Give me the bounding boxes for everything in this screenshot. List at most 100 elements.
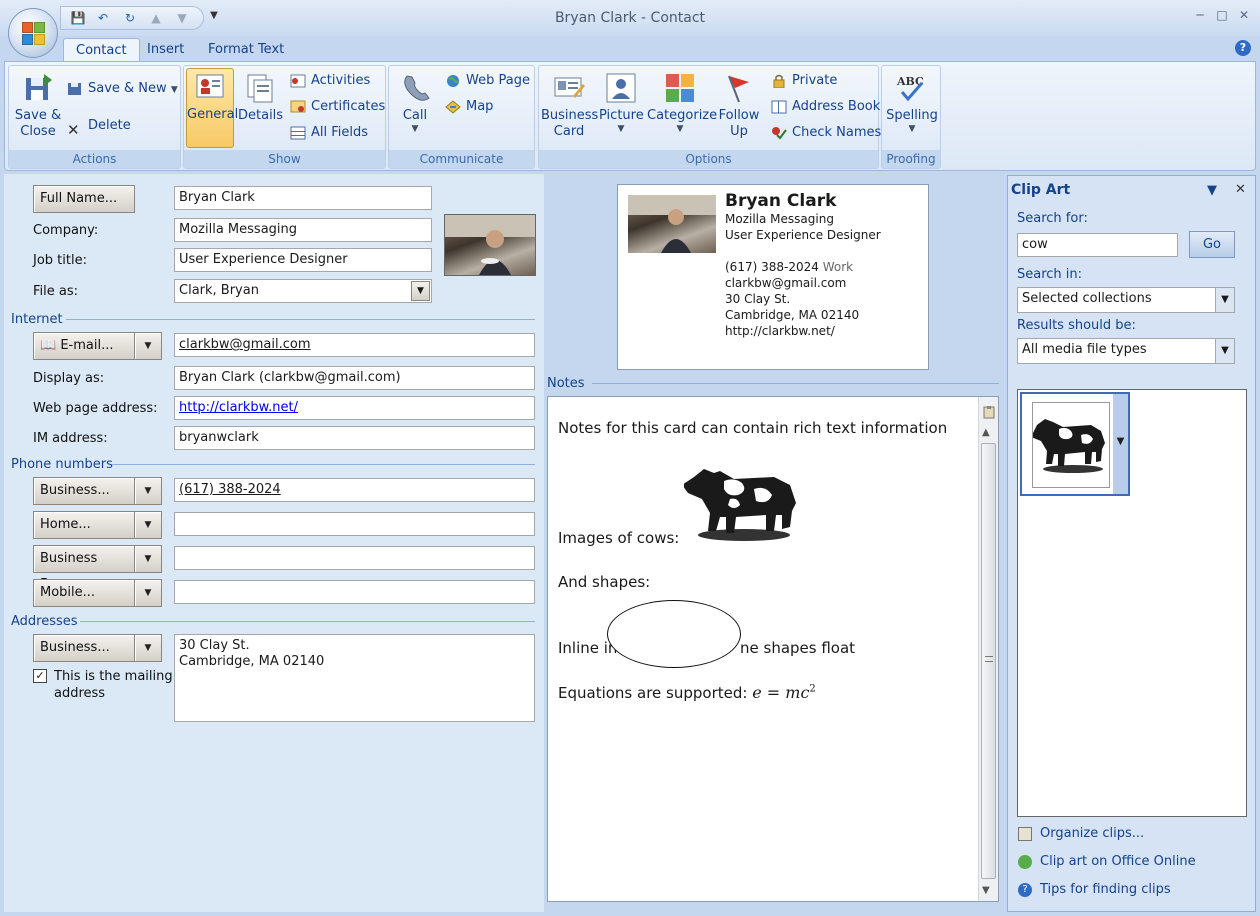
web-page-button[interactable]: Web Page [445, 70, 530, 92]
picture-button[interactable]: Picture ▼ [599, 70, 644, 134]
window-title: Bryan Clark - Contact [554, 10, 706, 26]
mobile-phone-field[interactable] [174, 580, 535, 604]
results-dropdown-icon[interactable]: ▼ [1215, 339, 1234, 363]
delete-button[interactable]: ✕ Delete [67, 115, 131, 139]
file-as-label: File as: [33, 284, 79, 299]
map-icon [445, 99, 461, 114]
scroll-thumb[interactable] [981, 443, 996, 879]
mobile-phone-dropdown[interactable]: ▼ [134, 579, 162, 607]
address-type-button[interactable]: Business... [33, 634, 135, 662]
save-new-button[interactable]: Save & New ▼ [67, 78, 178, 100]
cow-clipart-item[interactable]: ▼ [1020, 392, 1130, 496]
delete-icon: ✕ [67, 120, 80, 139]
job-title-field[interactable]: User Experience Designer [174, 248, 432, 272]
minimize-icon[interactable]: ─ [1191, 8, 1209, 24]
scroll-up-icon[interactable]: ▲ [982, 427, 990, 438]
notes-scrollbar[interactable]: ▲ ▼ [978, 397, 998, 901]
address-book-button[interactable]: Address Book [771, 96, 880, 118]
save-close-button[interactable]: Save & Close [13, 70, 63, 140]
home-phone-button[interactable]: Home... [33, 511, 135, 539]
call-button[interactable]: Call ▼ [393, 70, 437, 134]
notes-line-2: Images of cows: [558, 529, 680, 547]
equation[interactable]: e = mc2 [752, 683, 816, 702]
tab-format-text[interactable]: Format Text [196, 38, 296, 62]
close-icon[interactable]: ✕ [1235, 8, 1253, 24]
activities-button[interactable]: Activities [290, 70, 370, 92]
office-orb-icon[interactable] [8, 8, 58, 58]
private-button[interactable]: Private [771, 70, 837, 92]
card-title: User Experience Designer [725, 228, 881, 242]
go-button[interactable]: Go [1189, 231, 1235, 258]
tips-link[interactable]: ? Tips for finding clips [1018, 882, 1171, 897]
search-in-select[interactable]: Selected collections [1017, 287, 1235, 313]
globe-icon [445, 74, 461, 88]
business-phone-field[interactable]: (617) 388-2024 [174, 478, 535, 502]
notes-line-4b: ne shapes float [740, 639, 856, 657]
email-field[interactable]: clarkbw@gmail.com [174, 333, 535, 357]
business-card-photo [628, 195, 716, 253]
maximize-icon[interactable]: □ [1213, 8, 1231, 24]
mailing-address-checkbox[interactable]: ✓ [33, 669, 47, 683]
organize-clips-link[interactable]: Organize clips... [1018, 826, 1144, 841]
full-name-field[interactable]: Bryan Clark [174, 186, 432, 210]
save-new-icon [67, 82, 83, 96]
email-button[interactable]: 📖 E-mail... [33, 332, 135, 360]
online-globe-icon [1018, 854, 1032, 869]
spelling-button[interactable]: ABC Spelling ▼ [884, 70, 940, 134]
display-as-field[interactable]: Bryan Clark (clarkbw@gmail.com) [174, 366, 535, 390]
tab-contact[interactable]: Contact [63, 38, 140, 62]
map-button[interactable]: Map [445, 96, 493, 118]
im-address-field[interactable]: bryanwclark [174, 426, 535, 450]
business-fax-dropdown[interactable]: ▼ [134, 545, 162, 573]
business-phone-button[interactable]: Business... [33, 477, 135, 505]
file-as-dropdown-icon[interactable]: ▼ [411, 281, 430, 301]
search-in-dropdown-icon[interactable]: ▼ [1215, 288, 1234, 312]
general-icon [194, 71, 226, 103]
phone-icon [399, 72, 431, 104]
home-phone-field[interactable] [174, 512, 535, 536]
business-phone-dropdown[interactable]: ▼ [134, 477, 162, 505]
address-field[interactable]: 30 Clay St. Cambridge, MA 02140 [174, 634, 535, 722]
full-name-button[interactable]: Full Name... [33, 185, 135, 213]
home-phone-dropdown[interactable]: ▼ [134, 511, 162, 539]
general-button[interactable]: General [186, 68, 238, 148]
certificates-button[interactable]: Certificates [290, 96, 385, 118]
business-fax-field[interactable] [174, 546, 535, 570]
notes-editor[interactable]: Notes for this card can contain rich tex… [547, 396, 999, 902]
internet-divider [66, 319, 535, 320]
check-names-button[interactable]: Check Names [771, 122, 881, 144]
web-page-field[interactable]: http://clarkbw.net/ [174, 396, 535, 420]
address-type-dropdown[interactable]: ▼ [134, 634, 162, 662]
email-dropdown[interactable]: ▼ [134, 332, 162, 360]
business-card-preview[interactable]: Bryan Clark Mozilla Messaging User Exper… [617, 184, 929, 370]
ellipse-shape[interactable] [607, 600, 741, 668]
organize-icon [1018, 826, 1032, 841]
clip-search-input[interactable]: cow [1017, 233, 1178, 257]
business-card-button[interactable]: Business Card [541, 70, 598, 140]
group-proofing: ABC Spelling ▼ Proofing [881, 65, 941, 169]
categorize-button[interactable]: Categorize ▼ [647, 70, 717, 134]
business-fax-button[interactable]: Business Fax... [33, 545, 135, 592]
floppy-icon [22, 72, 54, 104]
details-button[interactable]: Details [238, 70, 283, 124]
all-fields-button[interactable]: All Fields [290, 122, 368, 144]
notes-line-1: Notes for this card can contain rich tex… [558, 419, 948, 437]
results-select[interactable]: All media file types [1017, 338, 1235, 364]
help-icon[interactable]: ? [1235, 40, 1251, 56]
mobile-phone-button[interactable]: Mobile... [33, 579, 135, 607]
file-as-select[interactable]: Clark, Bryan [174, 279, 432, 303]
clip-item-dropdown-icon[interactable]: ▼ [1113, 394, 1128, 494]
cow-image[interactable] [682, 459, 802, 545]
pane-close-icon[interactable]: ✕ [1235, 182, 1246, 197]
tab-insert[interactable]: Insert [135, 38, 196, 62]
company-field[interactable]: Mozilla Messaging [174, 218, 432, 242]
clipboard-icon[interactable] [981, 405, 997, 421]
contact-photo[interactable] [444, 214, 536, 276]
follow-up-button[interactable]: Follow Up [717, 70, 761, 140]
pane-menu-icon[interactable]: ▼ [1207, 183, 1217, 198]
business-card-icon [553, 72, 585, 104]
cow-clipart-icon [1031, 402, 1110, 488]
scroll-down-icon[interactable]: ▼ [982, 885, 990, 896]
clip-art-online-link[interactable]: Clip art on Office Online [1018, 854, 1196, 869]
phone-divider [112, 464, 535, 465]
